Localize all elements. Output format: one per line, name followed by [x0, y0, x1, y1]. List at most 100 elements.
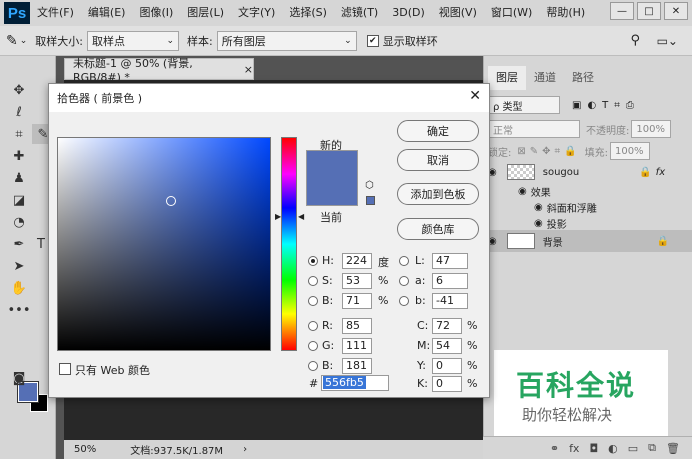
more-tools-icon[interactable]: •••	[8, 300, 31, 320]
web-only-checkbox[interactable]	[59, 363, 71, 375]
menu-image[interactable]: 图像(I)	[132, 0, 180, 26]
menu-view[interactable]: 视图(V)	[432, 0, 484, 26]
layer-effect-bevel[interactable]: ◉ 斜面和浮雕	[488, 200, 688, 215]
layer-row[interactable]: ◉ sougou 🔒 fx	[488, 162, 688, 182]
eye-icon[interactable]: ◉	[534, 218, 543, 229]
quick-mask-icon[interactable]: ◙	[8, 368, 30, 388]
add-to-swatches-button[interactable]: 添加到色板	[397, 183, 479, 205]
blur-tool-icon[interactable]: ◔	[8, 212, 30, 232]
cube-icon[interactable]: ⬡	[365, 180, 374, 191]
close-icon[interactable]: ✕	[469, 88, 481, 104]
maximize-button[interactable]: □	[637, 2, 661, 20]
eye-icon[interactable]: ◉	[534, 202, 543, 213]
new-layer-icon[interactable]: ⧉	[648, 441, 656, 455]
chevron-down-icon[interactable]: ⌄	[20, 36, 28, 46]
layer-effect-shadow[interactable]: ◉ 投影	[488, 216, 688, 231]
menu-select[interactable]: 选择(S)	[282, 0, 334, 26]
eyedropper-icon[interactable]: ✎	[6, 33, 18, 49]
yellow-label: Y:	[417, 359, 426, 372]
link-icon[interactable]: ⚭	[550, 442, 559, 455]
hue-arrow-right-icon[interactable]: ◀	[298, 212, 304, 221]
brightness-input[interactable]: 71	[342, 293, 372, 309]
lasso-tool-icon[interactable]: ℓ	[8, 102, 30, 122]
tab-paths[interactable]: 路径	[564, 66, 602, 90]
ok-button[interactable]: 确定	[397, 120, 479, 142]
color-cursor[interactable]	[166, 196, 176, 206]
layer-effects-row[interactable]: ◉ 效果	[488, 184, 688, 199]
color-libraries-button[interactable]: 颜色库	[397, 218, 479, 240]
blend-mode-select[interactable]: 正常	[488, 120, 580, 138]
eye-icon[interactable]: ◉	[518, 186, 527, 197]
stamp-tool-icon[interactable]: ♟	[8, 168, 30, 188]
healing-tool-icon[interactable]: ✚	[8, 146, 30, 166]
opacity-value[interactable]: 100%	[631, 120, 672, 138]
fill-value[interactable]: 100%	[609, 142, 650, 160]
yellow-input[interactable]: 0	[432, 358, 462, 374]
l-input[interactable]: 47	[432, 253, 468, 269]
search-icon[interactable]: ⚲	[630, 33, 640, 48]
hue-arrow-left-icon[interactable]: ▶	[275, 212, 281, 221]
tab-layers[interactable]: 图层	[488, 66, 526, 90]
menu-bar: Ps 文件(F) 编辑(E) 图像(I) 图层(L) 文字(Y) 选择(S) 滤…	[0, 0, 692, 26]
hex-input[interactable]: 556fb5	[321, 375, 389, 391]
close-icon[interactable]: ×	[244, 63, 253, 76]
radio-hue[interactable]	[308, 256, 318, 266]
minimize-button[interactable]: —	[610, 2, 634, 20]
menu-file[interactable]: 文件(F)	[30, 0, 81, 26]
radio-blue[interactable]	[308, 361, 318, 371]
cancel-button[interactable]: 取消	[397, 149, 479, 171]
chevron-right-icon[interactable]: ›	[243, 444, 247, 455]
radio-saturation[interactable]	[308, 276, 318, 286]
radio-green[interactable]	[308, 341, 318, 351]
saturation-brightness-field[interactable]	[57, 137, 271, 351]
show-ring-checkbox[interactable]: ✔	[366, 34, 379, 47]
radio-b[interactable]	[399, 296, 409, 306]
crop-tool-icon[interactable]: ⌗	[8, 124, 30, 144]
b-input[interactable]: -41	[432, 293, 468, 309]
radio-brightness[interactable]	[308, 296, 318, 306]
path-select-tool-icon[interactable]: ➤	[8, 256, 30, 276]
layer-filter-select[interactable]: ρ 类型	[488, 96, 560, 114]
mask-icon[interactable]: ◘	[589, 442, 598, 455]
menu-window[interactable]: 窗口(W)	[484, 0, 539, 26]
websafe-swatch[interactable]	[366, 196, 375, 205]
document-tab[interactable]: 未标题-1 @ 50% (背景, RGB/8#) * ×	[64, 57, 254, 84]
sample-size-select[interactable]: 取样点 ⌄	[87, 30, 179, 51]
sample-select[interactable]: 所有图层 ⌄	[216, 30, 357, 51]
menu-layer[interactable]: 图层(L)	[180, 0, 231, 26]
menu-type[interactable]: 文字(Y)	[231, 0, 282, 26]
hue-input[interactable]: 224	[342, 253, 372, 269]
cyan-input[interactable]: 72	[432, 318, 462, 334]
radio-red[interactable]	[308, 321, 318, 331]
hue-slider[interactable]	[281, 137, 297, 351]
menu-filter[interactable]: 滤镜(T)	[334, 0, 385, 26]
black-input[interactable]: 0	[432, 376, 462, 392]
layer-row-background[interactable]: ◉ 背景 🔒	[484, 230, 692, 252]
folder-icon[interactable]: ▭	[628, 442, 638, 455]
fx-icon[interactable]: fx	[569, 442, 579, 455]
radio-l[interactable]	[399, 256, 409, 266]
close-window-button[interactable]: ✕	[664, 2, 688, 20]
move-tool-icon[interactable]: ✥	[8, 80, 30, 100]
workspace-icon[interactable]: ▭⌄	[657, 34, 678, 48]
a-input[interactable]: 6	[432, 273, 468, 289]
fx-badge[interactable]: fx	[656, 167, 665, 178]
filter-icons[interactable]: ▣◐T⌗⎙	[572, 100, 640, 111]
tab-channels[interactable]: 通道	[526, 66, 564, 90]
red-input[interactable]: 85	[342, 318, 372, 334]
zoom-level[interactable]: 50%	[64, 444, 106, 455]
lock-icons[interactable]: ⊠✎✥⌗🔒	[517, 146, 580, 157]
adjustment-icon[interactable]: ◐	[608, 442, 618, 455]
blue-input[interactable]: 181	[342, 358, 372, 374]
hand-tool-icon[interactable]: ✋	[8, 278, 30, 298]
menu-help[interactable]: 帮助(H)	[539, 0, 592, 26]
pen-tool-icon[interactable]: ✒	[8, 234, 30, 254]
green-input[interactable]: 111	[342, 338, 372, 354]
magenta-input[interactable]: 54	[432, 338, 462, 354]
saturation-input[interactable]: 53	[342, 273, 372, 289]
radio-a[interactable]	[399, 276, 409, 286]
menu-3d[interactable]: 3D(D)	[385, 0, 432, 26]
trash-icon[interactable]: 🗑	[666, 442, 680, 455]
eraser-tool-icon[interactable]: ◪	[8, 190, 30, 210]
menu-edit[interactable]: 编辑(E)	[81, 0, 133, 26]
